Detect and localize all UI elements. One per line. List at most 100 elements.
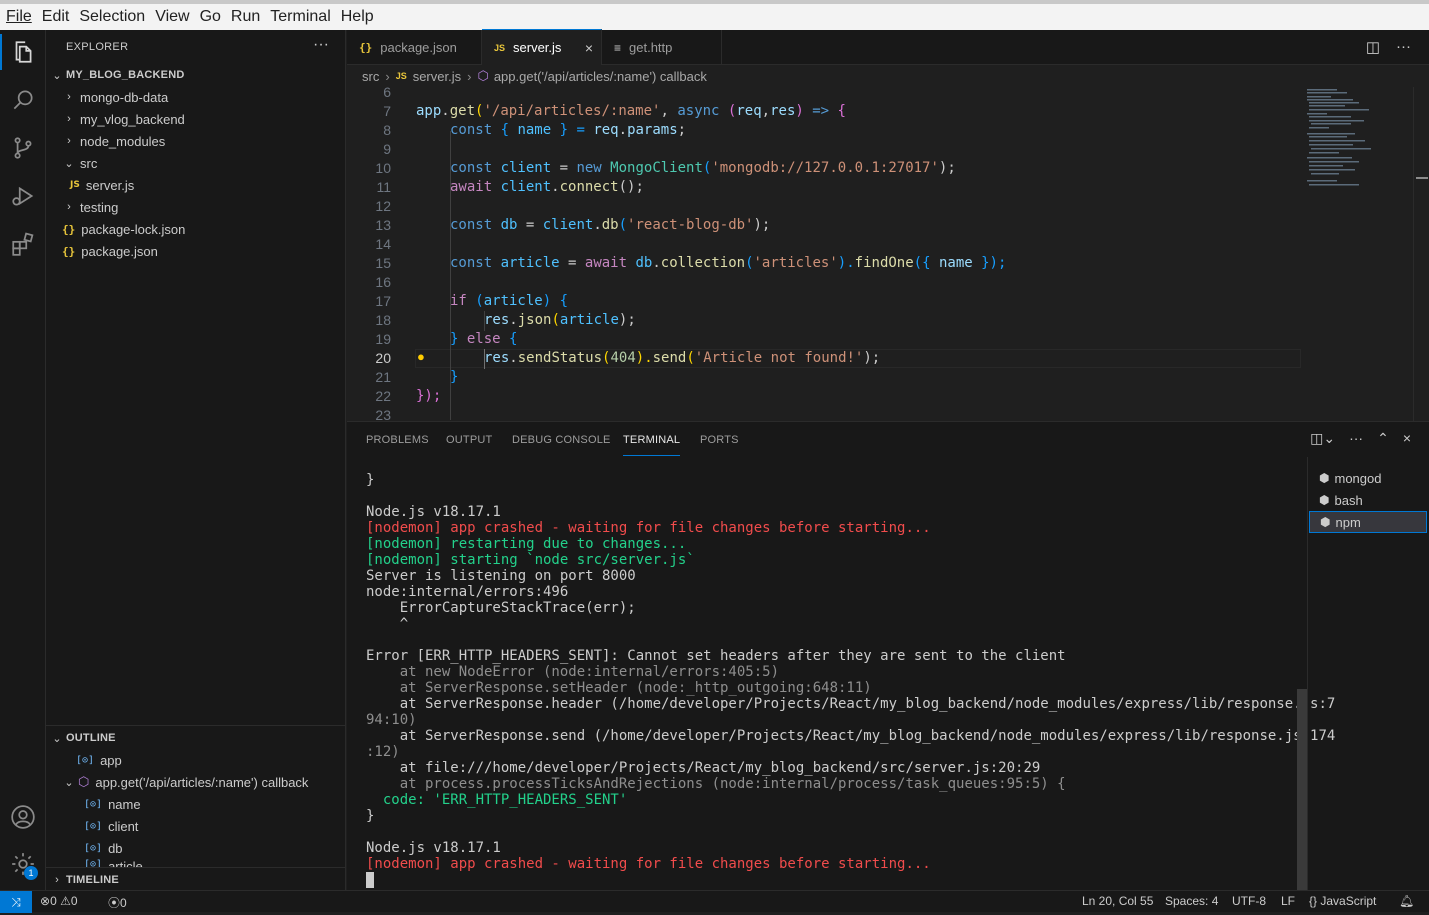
project-folder[interactable]: ⌄ MY_BLOG_BACKEND (46, 64, 345, 86)
split-editor-icon[interactable]: ◫ (1366, 38, 1380, 56)
tree-item-testing[interactable]: › testing (46, 196, 345, 218)
more-actions-icon[interactable]: ··· (1349, 430, 1363, 447)
scrollbar-thumb[interactable] (1297, 689, 1307, 891)
javascript-file-icon: JS (494, 42, 506, 53)
tab-server-js[interactable]: JS server.js × (482, 29, 602, 65)
terminal-line: at ServerResponse.setHeader (node:_http_… (366, 680, 872, 696)
tree-item-mongo-db-data[interactable]: › mongo-db-data (46, 86, 345, 108)
terminal-list: ⬢ mongod ⬢ bash ⬢ npm (1307, 457, 1429, 891)
outline-item-client[interactable]: [⊙] client (46, 815, 345, 837)
outline-label: client (108, 818, 139, 834)
tree-item-my-vlog-backend[interactable]: › my_vlog_backend (46, 108, 345, 130)
code-editor[interactable]: 6 7 8 9 10 11 12 13 14 15 16 17 18 19 20… (347, 87, 1429, 421)
outline-item-app[interactable]: [⊙] app (46, 749, 345, 771)
outline-item-db[interactable]: [⊙] db (46, 837, 345, 859)
close-panel-icon[interactable]: × (1403, 430, 1411, 447)
menu-help[interactable]: Help (337, 8, 380, 26)
timeline-header[interactable]: › TIMELINE (46, 869, 345, 891)
terminal-line: at process.processTicksAndRejections (no… (366, 776, 1066, 792)
editor-actions: ◫ ··· (1366, 38, 1411, 56)
tree-item-package-lock-json[interactable]: {} package-lock.json (46, 218, 345, 240)
timeline-title: TIMELINE (66, 874, 119, 886)
close-icon[interactable]: × (585, 40, 593, 56)
terminal-item-mongod[interactable]: ⬢ mongod (1309, 467, 1427, 489)
chevron-down-icon: ⌄ (52, 732, 62, 745)
breadcrumb-folder[interactable]: src (362, 69, 379, 84)
line-number: 6 (383, 87, 391, 100)
terminal-scrollbar[interactable] (1297, 466, 1307, 891)
code-token: } = (551, 122, 594, 138)
tab-terminal[interactable]: TERMINAL (623, 434, 681, 456)
terminal-line: [nodemon] starting `node src/server.js` (366, 552, 695, 568)
outline-label: db (108, 840, 123, 856)
explorer-icon[interactable] (0, 30, 46, 74)
cursor-position[interactable]: Ln 20, Col 55 (1082, 894, 1153, 908)
menu-terminal[interactable]: Terminal (266, 8, 336, 26)
outline-item-article[interactable]: [⊙] article (46, 859, 345, 867)
ports-indicator[interactable]: ⦿0 (108, 894, 127, 911)
indentation[interactable]: Spaces: 4 (1165, 894, 1218, 908)
tab-problems[interactable]: PROBLEMS (366, 434, 429, 446)
encoding[interactable]: UTF-8 (1232, 894, 1266, 908)
code-token: ); (938, 160, 956, 176)
editor-scrollbar[interactable] (1413, 87, 1428, 421)
code-token: new (576, 160, 611, 176)
accounts-icon[interactable] (0, 795, 46, 839)
terminal-item-bash[interactable]: ⬢ bash (1309, 489, 1427, 511)
code-token: params (627, 122, 678, 138)
menu-selection[interactable]: Selection (75, 8, 151, 26)
breadcrumb: src › JS server.js › ⬡ app.get('/api/art… (347, 65, 1429, 87)
json-file-icon: {} (359, 41, 373, 54)
tab-package-json[interactable]: {} package.json (347, 30, 482, 65)
tree-item-src[interactable]: ⌄ src (46, 152, 345, 174)
tab-get-http[interactable]: ≡ get.http (602, 30, 722, 65)
menu-file[interactable]: File (2, 8, 38, 26)
lightbulb-icon[interactable]: ● (417, 349, 425, 364)
code-token: . (441, 103, 450, 119)
menu-edit[interactable]: Edit (38, 8, 76, 26)
line-number: 14 (375, 236, 391, 252)
end-of-line[interactable]: LF (1281, 894, 1295, 908)
search-icon[interactable] (0, 78, 46, 122)
problems-indicator[interactable]: ⊗0 ⚠0 (40, 894, 78, 908)
menu-go[interactable]: Go (196, 8, 227, 26)
split-terminal-icon[interactable]: ◫⌄ (1310, 430, 1335, 447)
tab-ports[interactable]: PORTS (700, 434, 739, 446)
tree-item-package-json[interactable]: {} package.json (46, 240, 345, 262)
terminal-line: } (366, 808, 375, 824)
tree-item-server-js[interactable]: JS server.js (46, 174, 345, 196)
more-actions-icon[interactable]: ··· (313, 36, 329, 54)
code-token: res (484, 350, 510, 366)
terminal-line: Error [ERR_HTTP_HEADERS_SENT]: Cannot se… (366, 648, 1066, 664)
line-number: 21 (375, 369, 391, 385)
tab-label: get.http (629, 40, 673, 55)
breadcrumb-file[interactable]: server.js (413, 69, 461, 84)
minimap[interactable] (1305, 87, 1415, 197)
more-actions-icon[interactable]: ··· (1396, 38, 1411, 56)
run-debug-icon[interactable] (0, 174, 46, 218)
outline-item-name[interactable]: [⊙] name (46, 793, 345, 815)
outline-header[interactable]: ⌄ OUTLINE (46, 727, 345, 749)
remote-indicator-icon[interactable]: ⤨ (0, 891, 32, 913)
menu-run[interactable]: Run (227, 8, 266, 26)
language-mode[interactable]: {} JavaScript (1309, 894, 1376, 908)
extensions-icon[interactable] (0, 222, 46, 266)
maximize-panel-icon[interactable]: ⌃ (1377, 430, 1389, 447)
menu-view[interactable]: View (151, 8, 195, 26)
divider (46, 867, 345, 868)
code-token: async (677, 103, 720, 119)
breadcrumb-symbol[interactable]: app.get('/api/articles/:name') callback (494, 69, 707, 84)
tab-debug-console[interactable]: DEBUG CONSOLE (512, 434, 611, 446)
code-token: . (509, 312, 518, 328)
terminal-item-npm[interactable]: ⬢ npm (1309, 511, 1427, 533)
tab-output[interactable]: OUTPUT (446, 434, 492, 446)
outline-item-callback[interactable]: ⌄ ⬡ app.get('/api/articles/:name') callb… (46, 771, 345, 793)
terminal-line: :12) (366, 744, 400, 760)
code-token: MongoClient (610, 160, 703, 176)
terminal-output[interactable]: } Node.js v18.17.1 [nodemon] app crashed… (366, 472, 1336, 888)
tree-item-node-modules[interactable]: › node_modules (46, 130, 345, 152)
source-control-icon[interactable] (0, 126, 46, 170)
manage-gear-icon[interactable]: 1 (0, 842, 46, 886)
terminal-line: at ServerResponse.send (/home/developer/… (366, 728, 1336, 744)
notifications-bell-icon[interactable]: 🔔︎ (1399, 894, 1414, 908)
